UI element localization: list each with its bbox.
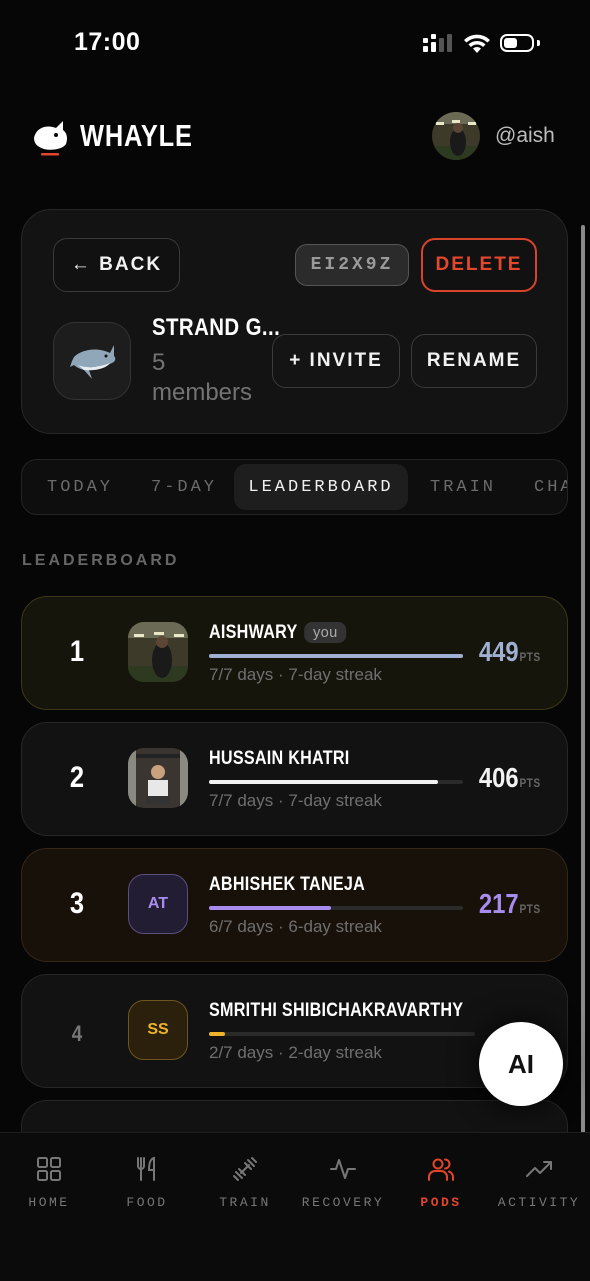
- member-avatar: [128, 748, 188, 808]
- nav-train[interactable]: TRAIN: [196, 1155, 294, 1210]
- member-initials-avatar: AT: [128, 874, 188, 934]
- whale-logo-icon: [34, 121, 67, 156]
- status-time: 17:00: [74, 28, 141, 56]
- user-avatar[interactable]: [432, 112, 480, 160]
- grid-icon: [37, 1157, 61, 1181]
- delete-button[interactable]: DELETE: [421, 238, 537, 292]
- bottom-nav: HOME FOOD TRAIN RECOVERY PODS ACTIVITY: [0, 1132, 590, 1281]
- nav-label: TRAIN: [219, 1195, 271, 1210]
- progress-fill: [209, 780, 438, 784]
- nav-label: PODS: [420, 1195, 462, 1210]
- pod-name: STRAND G...: [152, 314, 281, 341]
- nav-food[interactable]: FOOD: [98, 1155, 196, 1210]
- battery-tip: [537, 40, 540, 46]
- you-badge: you: [304, 622, 347, 644]
- member-score: 449PTS: [479, 636, 541, 667]
- progress-fill: [209, 1032, 225, 1036]
- invite-button[interactable]: + INVITE: [272, 334, 400, 388]
- trending-icon: [526, 1161, 552, 1177]
- member-name: AISHWARY you: [209, 622, 347, 644]
- users-icon: [428, 1158, 454, 1181]
- rename-button[interactable]: RENAME: [411, 334, 537, 388]
- tab-leaderboard[interactable]: LEADERBOARD: [234, 464, 408, 510]
- rank-number: 3: [69, 887, 85, 920]
- leaderboard-row[interactable]: 2 HUSSAIN KHATRI 7/7 days · 7-day streak…: [21, 722, 568, 836]
- member-streak: 7/7 days · 7-day streak: [209, 791, 382, 810]
- pod-member-count: 5 members: [152, 349, 253, 406]
- member-initials-avatar: SS: [128, 1000, 188, 1060]
- progress-track: [209, 906, 463, 910]
- nav-label: HOME: [28, 1195, 70, 1210]
- shark-icon: [70, 345, 116, 379]
- member-streak: 2/7 days · 2-day streak: [209, 1043, 382, 1062]
- dumbbell-icon: [233, 1157, 257, 1181]
- rank-number: 4: [71, 1021, 83, 1046]
- progress-track: [209, 1032, 475, 1036]
- brand-wordmark: WHAYLE: [80, 118, 193, 153]
- tab-7-day[interactable]: 7-DAY: [151, 460, 217, 514]
- nav-activity[interactable]: ACTIVITY: [490, 1155, 588, 1210]
- tab-chat[interactable]: CHA: [534, 460, 567, 514]
- member-streak: 7/7 days · 7-day streak: [209, 665, 382, 684]
- leaderboard-row[interactable]: 1 AISHWARY you 7/7 days · 7-day streak 44…: [21, 596, 568, 710]
- pulse-icon: [330, 1159, 356, 1179]
- nav-label: RECOVERY: [301, 1195, 385, 1210]
- signal-icon: [423, 34, 452, 52]
- member-name: SMRITHI SHIBICHAKRAVARTHY: [209, 1000, 464, 1021]
- tab-train[interactable]: TRAIN: [430, 460, 496, 514]
- nav-recovery[interactable]: RECOVERY: [294, 1155, 392, 1210]
- user-handle[interactable]: @aish: [495, 124, 555, 148]
- pod-tabs: TODAY 7-DAY LEADERBOARD TRAIN CHA: [21, 459, 568, 515]
- member-name: HUSSAIN KHATRI: [209, 748, 350, 769]
- pod-icon: [53, 322, 131, 400]
- member-avatar: [128, 622, 188, 682]
- member-score: 406PTS: [479, 762, 541, 793]
- nav-label: ACTIVITY: [497, 1195, 581, 1210]
- member-streak: 6/7 days · 6-day streak: [209, 917, 382, 936]
- scrollbar[interactable]: [581, 225, 585, 1147]
- nav-label: FOOD: [126, 1195, 168, 1210]
- battery-icon: [500, 34, 534, 52]
- progress-track: [209, 654, 463, 658]
- utensils-icon: [137, 1156, 155, 1181]
- progress-track: [209, 780, 463, 784]
- progress-fill: [209, 906, 331, 910]
- nav-pods[interactable]: PODS: [392, 1155, 490, 1210]
- member-score: 217PTS: [479, 888, 541, 919]
- wifi-icon: [464, 34, 490, 53]
- invite-code-chip[interactable]: EI2X9Z: [295, 244, 409, 286]
- leaderboard-row[interactable]: 3 AT ABHISHEK TANEJA 6/7 days · 6-day st…: [21, 848, 568, 962]
- rank-number: 2: [69, 761, 85, 794]
- section-label: LEADERBOARD: [22, 552, 180, 569]
- back-button[interactable]: ← BACK: [53, 238, 180, 292]
- nav-home[interactable]: HOME: [0, 1155, 98, 1210]
- ai-assistant-button[interactable]: AI: [479, 1022, 563, 1106]
- tab-today[interactable]: TODAY: [47, 460, 113, 514]
- rank-number: 1: [69, 635, 85, 668]
- progress-fill: [209, 654, 463, 658]
- member-name: ABHISHEK TANEJA: [209, 874, 366, 895]
